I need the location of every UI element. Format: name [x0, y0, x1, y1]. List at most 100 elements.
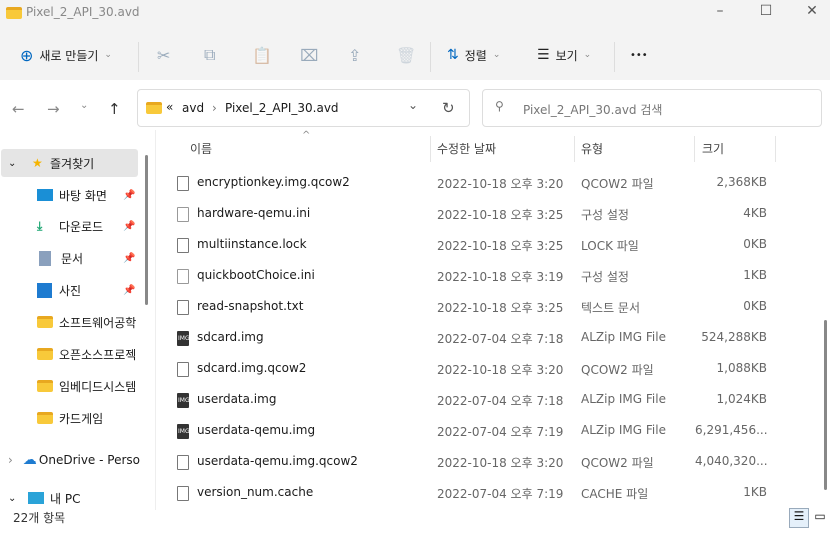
sort-button[interactable]: ⇅ 정렬 ⌄	[447, 40, 500, 70]
file-type: 구성 설정	[581, 208, 629, 222]
file-name: multiinstance.lock	[197, 237, 307, 251]
file-row[interactable]: userdata-qemu.img.qcow2 2022-10-18 오후 3:2…	[160, 447, 800, 478]
sidebar-item-downloads[interactable]: ⤓ 다운로드 📌	[37, 212, 177, 240]
file-size: 4KB	[743, 206, 767, 220]
file-size: 0KB	[743, 237, 767, 251]
file-icon	[177, 362, 189, 377]
file-date: 2022-07-04 오후 7:19	[437, 425, 564, 439]
more-button[interactable]: •••	[630, 40, 648, 70]
file-name: sdcard.img	[197, 330, 264, 344]
column-header-size[interactable]: 크기	[702, 140, 724, 162]
column-divider[interactable]	[574, 136, 575, 162]
new-button[interactable]: ⊕ 새로 만들기 ⌄	[20, 40, 112, 70]
share-button[interactable]: ⇪	[348, 40, 361, 70]
details-view-button[interactable]: ☰	[789, 508, 809, 528]
column-divider[interactable]	[430, 136, 431, 162]
file-row[interactable]: quickbootChoice.ini 2022-10-18 오후 3:19 구성 …	[160, 261, 800, 292]
file-row[interactable]: IMG userdata-qemu.img 2022-07-04 오후 7:19 AL…	[160, 416, 800, 447]
up-button[interactable]: ↑	[108, 100, 121, 118]
pin-icon[interactable]: 📌	[123, 285, 135, 296]
file-size: 6,291,456...	[695, 423, 768, 437]
sidebar-item-desktop[interactable]: 바탕 화면 📌	[37, 181, 177, 209]
sidebar-item-folder[interactable]: 오픈소스프로젝	[37, 340, 140, 368]
chevron-down-icon: ⌄	[8, 157, 17, 169]
file-type: QCOW2 파일	[581, 363, 654, 377]
rename-button[interactable]: ⌧	[300, 40, 318, 70]
pictures-icon	[37, 282, 52, 298]
address-bar[interactable]: « avd › Pixel_2_API_30.avd ⌄	[137, 89, 470, 127]
tiles-view-button[interactable]: ▭	[812, 509, 828, 527]
column-header-date[interactable]: 수정한 날짜	[437, 140, 496, 162]
folder-icon	[37, 412, 53, 424]
star-icon: ★	[32, 156, 43, 170]
chevron-down-icon: ⌄	[8, 492, 17, 504]
plus-circle-icon: ⊕	[20, 45, 34, 65]
close-button[interactable]: ✕	[789, 3, 830, 25]
address-dropdown[interactable]: ⌄	[408, 98, 418, 112]
file-row[interactable]: IMG sdcard.img 2022-07-04 오후 7:18 ALZip IMG…	[160, 323, 800, 354]
file-name: version_num.cache	[197, 485, 314, 499]
minimize-button[interactable]: –	[697, 3, 743, 25]
sidebar-item-onedrive[interactable]: › ☁ OneDrive - Perso	[0, 446, 140, 474]
pin-icon[interactable]: 📌	[123, 253, 135, 264]
file-row[interactable]: encryptionkey.img.qcow2 2022-10-18 오후 3:2…	[160, 168, 800, 199]
file-name: userdata.img	[197, 392, 277, 406]
file-date: 2022-07-04 오후 7:19	[437, 487, 564, 501]
breadcrumb-separator: ›	[212, 101, 217, 115]
refresh-button[interactable]: ↻	[442, 99, 455, 117]
pin-icon[interactable]: 📌	[123, 190, 135, 201]
file-row[interactable]: multiinstance.lock 2022-10-18 오후 3:25 LOCK…	[160, 230, 800, 261]
column-header-type[interactable]: 유형	[581, 140, 603, 162]
breadcrumb-current[interactable]: Pixel_2_API_30.avd	[225, 101, 339, 115]
sidebar-label: 내 PC	[50, 491, 81, 506]
file-type: QCOW2 파일	[581, 456, 654, 470]
cut-button[interactable]: ✂	[157, 40, 170, 70]
sidebar-item-documents[interactable]: 문서 📌	[37, 244, 177, 272]
file-row[interactable]: read-snapshot.txt 2022-10-18 오후 3:25 텍스트 문…	[160, 292, 800, 323]
file-row[interactable]: sdcard.img.qcow2 2022-10-18 오후 3:20 QCOW2 …	[160, 354, 800, 385]
sidebar-item-folder[interactable]: 소프트웨어공학	[37, 308, 140, 336]
list-icon: ☰	[537, 47, 550, 63]
folder-icon	[146, 102, 162, 114]
scrollbar-thumb[interactable]	[824, 320, 827, 490]
back-button[interactable]: ←	[12, 100, 25, 118]
sidebar-label: 사진	[59, 283, 82, 298]
folder-icon	[37, 316, 53, 328]
file-list-scrollbar[interactable]	[818, 135, 830, 510]
file-type: CACHE 파일	[581, 487, 649, 501]
sidebar-item-this-pc[interactable]: ⌄ 내 PC	[0, 484, 140, 512]
chevron-down-icon: ⌄	[104, 50, 112, 60]
copy-button[interactable]: ⧉	[204, 40, 215, 70]
recent-button[interactable]: ⌄	[80, 100, 88, 111]
sidebar-label: 소프트웨어공학	[59, 315, 137, 330]
file-type: ALZip IMG File	[581, 392, 666, 406]
column-header-name[interactable]: 이름	[190, 140, 212, 162]
sidebar-label: 다운로드	[59, 219, 104, 234]
folder-icon	[37, 348, 53, 360]
paste-button[interactable]: 📋	[252, 40, 272, 70]
maximize-button[interactable]: ☐	[743, 3, 789, 25]
pin-icon[interactable]: 📌	[123, 221, 135, 232]
view-button[interactable]: ☰ 보기 ⌄	[537, 40, 591, 70]
overflow-chevron[interactable]: «	[166, 100, 173, 114]
file-date: 2022-10-18 오후 3:20	[437, 456, 564, 470]
breadcrumb-avd[interactable]: avd	[182, 101, 204, 115]
file-row[interactable]: hardware-qemu.ini 2022-10-18 오후 3:25 구성 설정…	[160, 199, 800, 230]
sort-icon: ⇅	[447, 47, 459, 63]
search-input[interactable]: ⚲ Pixel_2_API_30.avd 검색	[482, 89, 822, 127]
file-date: 2022-10-18 오후 3:20	[437, 363, 564, 377]
folder-icon	[6, 7, 22, 19]
column-divider[interactable]	[694, 136, 695, 162]
sidebar-label: 카드게임	[59, 411, 104, 426]
sidebar-item-pictures[interactable]: 사진 📌	[37, 276, 177, 304]
file-icon	[177, 238, 189, 253]
folder-icon	[37, 380, 53, 392]
file-row[interactable]: version_num.cache 2022-07-04 오후 7:19 CACHE…	[160, 478, 800, 509]
sidebar-item-favorites[interactable]: ⌄ ★ 즐겨찾기	[0, 149, 140, 177]
file-row[interactable]: IMG userdata.img 2022-07-04 오후 7:18 ALZip I…	[160, 385, 800, 416]
sidebar-item-folder[interactable]: 임베디드시스템	[37, 372, 140, 400]
delete-button[interactable]: 🗑	[396, 40, 416, 70]
forward-button[interactable]: →	[47, 100, 60, 118]
sidebar-item-folder[interactable]: 카드게임	[37, 404, 140, 432]
column-divider[interactable]	[775, 136, 776, 162]
